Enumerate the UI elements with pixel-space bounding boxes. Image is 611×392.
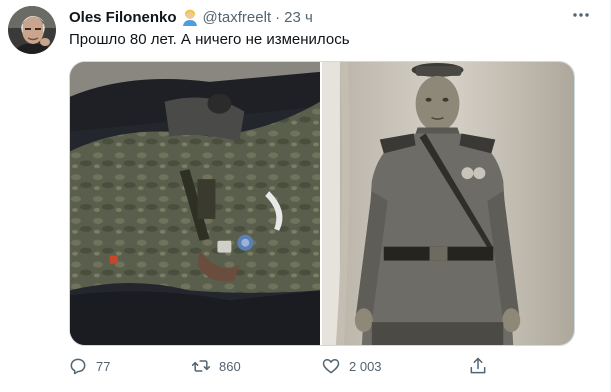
tweet-text: Прошло 80 лет. А ничего не изменилось [69, 31, 350, 48]
reply-count: 77 [96, 358, 111, 374]
like-button[interactable]: 2 003 [313, 356, 460, 376]
retweet-count: 860 [219, 358, 241, 374]
modern-soldier-photo-icon[interactable] [70, 62, 321, 345]
reply-button[interactable]: 77 [60, 356, 183, 376]
heart-icon [321, 356, 341, 376]
tweet-time[interactable]: 23 ч [284, 9, 313, 26]
more-options-icon[interactable] [571, 5, 591, 25]
retweet-icon [191, 356, 211, 376]
share-button[interactable] [460, 356, 500, 376]
reply-icon [68, 356, 88, 376]
vintage-soldier-portrait-photo-icon[interactable] [322, 62, 574, 345]
author-handle[interactable]: @taxfreelt [203, 9, 272, 26]
share-icon [468, 356, 488, 376]
avatar[interactable] [8, 6, 56, 54]
like-count: 2 003 [349, 358, 382, 374]
person-blond-hair-emoji-icon [181, 8, 199, 26]
author-name[interactable]: Oles Filonenko [69, 9, 177, 26]
retweet-button[interactable]: 860 [183, 356, 313, 376]
separator-dot: · [275, 8, 281, 26]
tweet-header: Oles Filonenko @taxfreelt · 23 ч [69, 8, 313, 26]
tweet-media [69, 61, 575, 346]
tweet-card[interactable]: Oles Filonenko @taxfreelt · 23 ч Прошло … [0, 0, 611, 392]
avatar-image [8, 6, 56, 54]
tweet-actions: 77 860 2 003 [60, 356, 510, 376]
